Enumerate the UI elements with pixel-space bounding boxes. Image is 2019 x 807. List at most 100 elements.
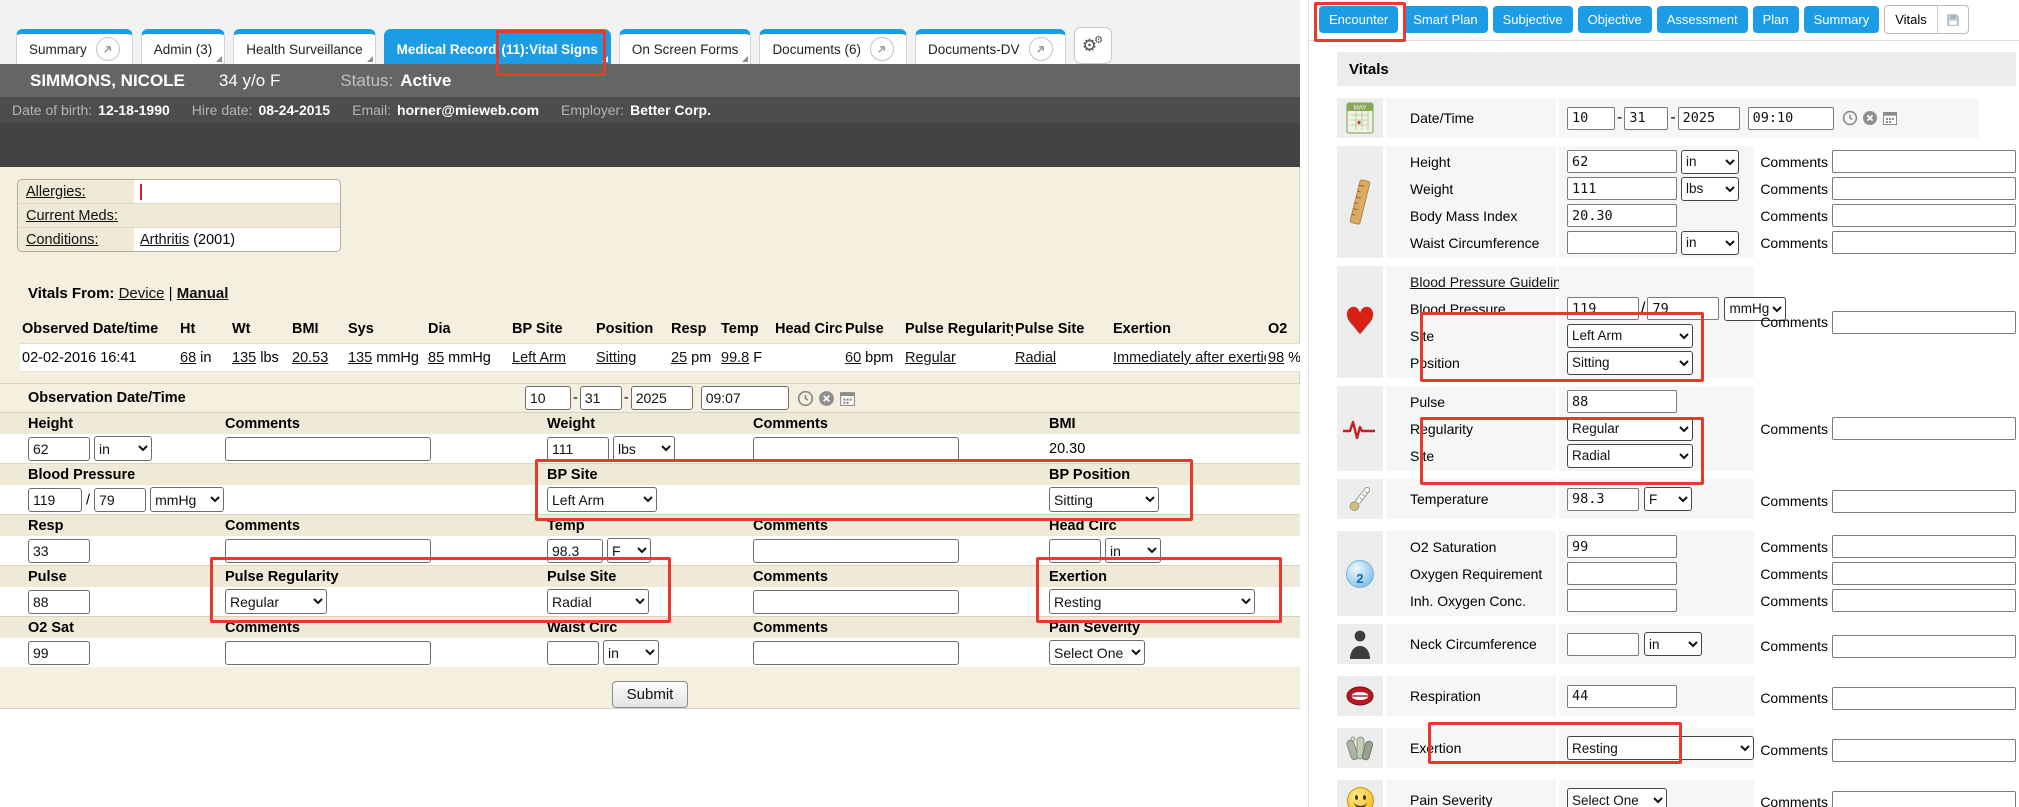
rt-neck-unit-select[interactable]: in <box>1644 632 1702 656</box>
rt-pain-comments[interactable] <box>1832 791 2016 807</box>
rt-exertion-comments[interactable] <box>1832 739 2016 762</box>
vitals-from-manual-link[interactable]: Manual <box>177 285 229 302</box>
pulse-regularity-select[interactable]: Regular <box>225 589 327 614</box>
rt-pulse-site-select[interactable]: Radial <box>1567 444 1693 468</box>
wt-link[interactable]: 135 <box>232 350 256 366</box>
height-unit-select[interactable]: in <box>94 436 152 461</box>
rt-oxygen-req-comments[interactable] <box>1832 562 2016 585</box>
exertion-link[interactable]: Immediately after exertion <box>1113 350 1266 366</box>
vitals-from-device-link[interactable]: Device <box>119 285 165 302</box>
rt-weight-input[interactable] <box>1567 177 1677 200</box>
tab-on-screen-forms[interactable]: On Screen Forms <box>619 29 752 64</box>
rt-bmi-comments[interactable] <box>1832 204 2016 227</box>
rt-exertion-select[interactable]: Resting <box>1567 736 1754 760</box>
position-link[interactable]: Sitting <box>596 350 636 366</box>
rt-year-input[interactable] <box>1678 107 1740 130</box>
tab-health-surveillance[interactable]: Health Surveillance <box>233 29 375 64</box>
ht-link[interactable]: 68 <box>180 350 196 366</box>
rt-temp-input[interactable] <box>1567 488 1639 511</box>
settings-button[interactable]: ⚙⚙ <box>1074 27 1112 64</box>
bp-position-select[interactable]: Sitting <box>1049 487 1159 512</box>
popout-icon[interactable] <box>96 37 120 61</box>
obs-day-input[interactable] <box>580 386 622 410</box>
rt-month-input[interactable] <box>1567 107 1615 130</box>
o2-link[interactable]: 98 <box>1268 350 1284 366</box>
bp-guideline-link[interactable]: Blood Pressure Guideline <box>1410 274 1569 290</box>
pain-severity-select[interactable]: Select One <box>1049 640 1145 665</box>
tab-summary[interactable]: Summary <box>16 29 133 64</box>
resp-comments-input[interactable] <box>225 539 431 563</box>
sys-link[interactable]: 135 <box>348 350 372 366</box>
rt-pain-severity-select[interactable]: Select One <box>1567 788 1667 807</box>
calendar-icon[interactable] <box>1882 110 1898 126</box>
clear-datetime-icon[interactable] <box>1862 110 1878 126</box>
rt-pulse-comments[interactable] <box>1832 417 2016 440</box>
pulse-comments-input[interactable] <box>753 590 959 614</box>
rt-respiration-comments[interactable] <box>1832 687 2016 710</box>
rt-time-input[interactable] <box>1748 107 1834 130</box>
temp-input[interactable] <box>547 539 603 563</box>
pulse-link[interactable]: 60 <box>845 350 861 366</box>
current-meds-link[interactable]: Current Meds: <box>26 208 118 224</box>
save-icon[interactable] <box>1938 6 1968 33</box>
popout-icon[interactable] <box>1029 37 1053 61</box>
calendar-icon[interactable] <box>839 390 856 407</box>
allergies-link[interactable]: Allergies: <box>26 184 86 200</box>
rt-temp-unit-select[interactable]: F <box>1644 487 1692 511</box>
tab-encounter[interactable]: Encounter <box>1319 6 1398 33</box>
rt-bp-diastolic-input[interactable] <box>1647 297 1719 320</box>
rt-weight-comments[interactable] <box>1832 177 2016 200</box>
tab-admin[interactable]: Admin (3) <box>141 29 226 64</box>
clear-datetime-icon[interactable] <box>818 390 835 407</box>
pulse-site-select[interactable]: Radial <box>547 589 649 614</box>
tab-smart-plan[interactable]: Smart Plan <box>1403 6 1487 33</box>
bp-site-link[interactable]: Left Arm <box>512 350 566 366</box>
height-comments-input[interactable] <box>225 437 431 461</box>
popout-icon[interactable] <box>870 37 894 61</box>
pulse-input[interactable] <box>28 590 90 614</box>
weight-input[interactable] <box>547 437 609 461</box>
tab-medical-record-vital-signs[interactable]: Medical Record (11):Vital Signs <box>384 29 611 64</box>
rt-o2-saturation-input[interactable] <box>1567 535 1677 558</box>
rt-o2-comments[interactable] <box>1832 535 2016 558</box>
weight-unit-select[interactable]: lbs <box>613 436 675 461</box>
clock-icon[interactable] <box>1842 110 1858 126</box>
rt-waist-unit-select[interactable]: in <box>1681 231 1739 255</box>
rt-oxygen-requirement-input[interactable] <box>1567 562 1677 585</box>
waist-circ-input[interactable] <box>547 641 599 665</box>
rt-height-input[interactable] <box>1567 150 1677 173</box>
pulse-site-link[interactable]: Radial <box>1015 350 1056 366</box>
rt-inh-oxygen-comments[interactable] <box>1832 589 2016 612</box>
rt-bp-systolic-input[interactable] <box>1567 297 1639 320</box>
obs-year-input[interactable] <box>631 386 693 410</box>
rt-height-comments[interactable] <box>1832 150 2016 173</box>
rt-bmi-input[interactable] <box>1567 204 1677 227</box>
temp-comments-input[interactable] <box>753 539 959 563</box>
rt-bp-comments[interactable] <box>1832 311 2016 334</box>
temp-unit-select[interactable]: F <box>607 538 651 563</box>
rt-neck-input[interactable] <box>1567 633 1639 656</box>
tab-subjective[interactable]: Subjective <box>1493 6 1573 33</box>
bmi-link[interactable]: 20.53 <box>292 350 328 366</box>
rt-pulse-input[interactable] <box>1567 390 1677 413</box>
rt-waist-comments[interactable] <box>1832 231 2016 254</box>
tab-vitals-active[interactable]: Vitals <box>1884 5 1969 34</box>
bp-unit-select[interactable]: mmHg <box>150 487 224 512</box>
resp-input[interactable] <box>28 539 90 563</box>
temp-link[interactable]: 99.8 <box>721 350 749 366</box>
weight-comments-input[interactable] <box>753 437 959 461</box>
conditions-link[interactable]: Conditions: <box>26 232 99 248</box>
rt-respiration-input[interactable] <box>1567 685 1677 708</box>
obs-month-input[interactable] <box>525 386 571 410</box>
exertion-select[interactable]: Resting <box>1049 589 1255 614</box>
rt-bp-position-select[interactable]: Sitting <box>1567 351 1693 375</box>
rt-bp-site-select[interactable]: Left Arm <box>1567 324 1693 348</box>
bp-site-select[interactable]: Left Arm <box>547 487 657 512</box>
tab-objective[interactable]: Objective <box>1578 6 1652 33</box>
tab-documents-dv[interactable]: Documents-DV <box>915 29 1066 64</box>
waist-unit-select[interactable]: in <box>603 640 659 665</box>
pulse-regularity-link[interactable]: Regular <box>905 350 956 366</box>
waist-comments-input[interactable] <box>753 641 959 665</box>
rt-weight-unit-select[interactable]: lbs <box>1681 177 1739 201</box>
o2-sat-input[interactable] <box>28 641 90 665</box>
